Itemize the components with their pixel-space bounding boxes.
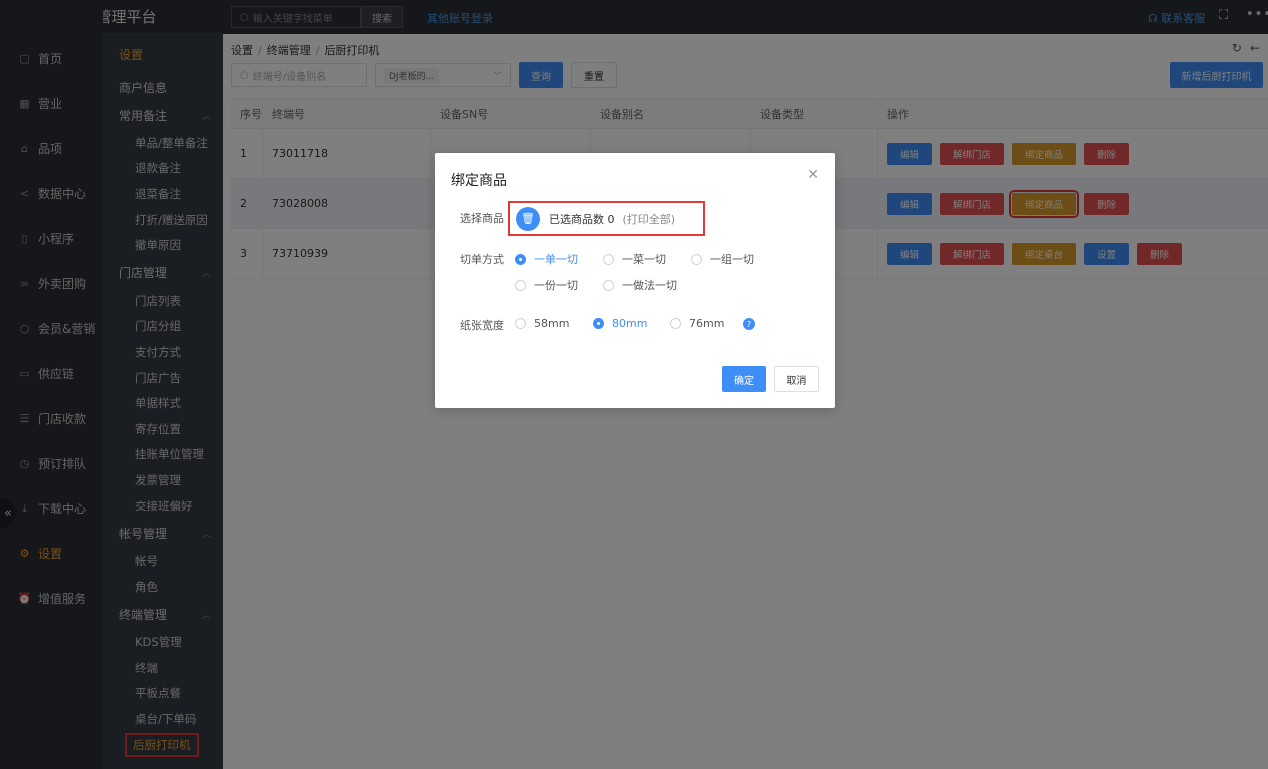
bind-products-dialog: 绑定商品 ✕ 选择商品 🗑 已选商品数 0 (打印全部) 切单方式 一单一切 一… bbox=[435, 153, 835, 408]
paper-width-label: 纸张宽度 bbox=[460, 319, 504, 332]
print-all-hint: (打印全部) bbox=[622, 212, 676, 226]
selected-products-box[interactable]: 🗑 已选商品数 0 (打印全部) bbox=[508, 201, 705, 236]
select-products-label: 选择商品 bbox=[460, 212, 504, 225]
cut-radio-per-portion[interactable]: 一份一切 bbox=[515, 277, 578, 293]
paper-radio-58mm[interactable]: 58mm bbox=[515, 317, 569, 330]
cut-radio-per-method[interactable]: 一做法一切 bbox=[603, 277, 677, 293]
help-icon[interactable]: ? bbox=[743, 318, 755, 330]
paper-radio-76mm[interactable]: 76mm bbox=[670, 317, 724, 330]
cut-radio-per-group[interactable]: 一组一切 bbox=[691, 251, 754, 267]
trash-icon[interactable]: 🗑 bbox=[516, 206, 540, 231]
confirm-button[interactable]: 确定 bbox=[722, 366, 766, 392]
selected-count: 已选商品数 0 bbox=[549, 212, 615, 226]
dialog-title: 绑定商品 bbox=[451, 173, 507, 189]
cancel-button[interactable]: 取消 bbox=[774, 366, 819, 392]
paper-radio-80mm[interactable]: 80mm bbox=[593, 317, 647, 330]
cut-radio-per-dish[interactable]: 一菜一切 bbox=[603, 251, 666, 267]
cut-mode-label: 切单方式 bbox=[460, 253, 504, 266]
cut-radio-per-order[interactable]: 一单一切 bbox=[515, 251, 578, 267]
close-icon[interactable]: ✕ bbox=[807, 167, 819, 183]
